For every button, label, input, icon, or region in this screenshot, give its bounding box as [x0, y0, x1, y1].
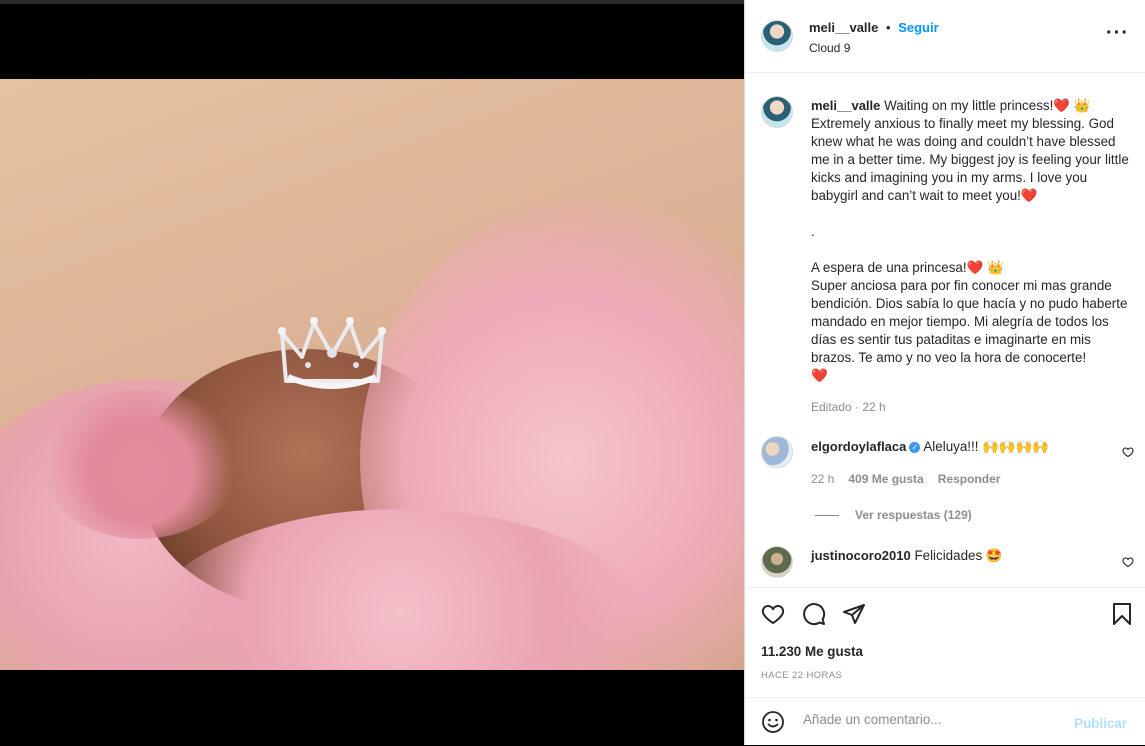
verified-badge-icon: ✓ — [909, 441, 921, 453]
comment-icon[interactable] — [802, 602, 826, 626]
author-line: meli__valle • Seguir — [809, 20, 939, 35]
comment-meta: 22 h 409 Me gusta Responder — [811, 472, 1000, 486]
caption: meli__valle Waiting on my little princes… — [811, 97, 1136, 385]
emoji-icon[interactable] — [761, 710, 785, 734]
caption-author[interactable]: meli__valle — [811, 98, 880, 113]
photo-bow — [40, 389, 240, 539]
post-actions: 11.230 Me gusta HACE 22 HORAS — [745, 587, 1145, 698]
dot-separator: • — [886, 20, 891, 35]
view-replies[interactable]: Ver respuestas (129) — [815, 508, 972, 522]
caption-spanish: A espera de una princesa!❤️ 👑 Super anci… — [811, 260, 1128, 383]
reply-button[interactable]: Responder — [938, 472, 1001, 486]
comment-item: justinocoro2010 Felicidades 🤩 — [745, 544, 1145, 584]
comment-composer: Publicar — [745, 697, 1145, 746]
likes-count[interactable]: 11.230 Me gusta — [761, 644, 863, 659]
post-photo[interactable] — [0, 79, 744, 670]
view-replies-label: Ver respuestas (129) — [855, 508, 972, 522]
commenter-username[interactable]: justinocoro2010 — [811, 548, 911, 563]
like-icon[interactable] — [761, 602, 785, 626]
more-options-icon[interactable]: ··· — [1106, 23, 1129, 43]
commenter-avatar[interactable] — [761, 546, 793, 578]
crown-icon — [278, 317, 386, 389]
comment-likes[interactable]: 409 Me gusta — [848, 472, 923, 486]
post-time[interactable]: HACE 22 HORAS — [761, 670, 842, 681]
save-bookmark-icon[interactable] — [1111, 602, 1133, 626]
comment-like-icon[interactable] — [1122, 446, 1134, 458]
post-location[interactable]: Cloud 9 — [809, 41, 850, 55]
comment-text: Felicidades 🤩 — [914, 548, 1003, 563]
caption-english: Waiting on my little princess!❤️ 👑 Extre… — [811, 98, 1129, 203]
comments-section: meli__valle Waiting on my little princes… — [745, 80, 1145, 585]
comment-body: justinocoro2010 Felicidades 🤩 — [811, 548, 1003, 564]
comment-text: Aleluya!!! 🙌🙌🙌🙌 — [923, 439, 1049, 454]
media-top-strip — [0, 0, 744, 4]
publish-button[interactable]: Publicar — [1068, 715, 1133, 732]
commenter-username[interactable]: elgordoylaflaca — [811, 439, 906, 454]
post-side-panel: meli__valle • Seguir Cloud 9 ··· meli__v… — [744, 0, 1145, 745]
comment-like-icon[interactable] — [1122, 556, 1134, 568]
author-username[interactable]: meli__valle — [809, 20, 878, 35]
caption-meta: Editado · 22 h — [811, 400, 886, 414]
caption-separator: . — [811, 224, 815, 239]
comment-time[interactable]: 22 h — [811, 472, 834, 486]
share-icon[interactable] — [842, 602, 866, 626]
caption-author-avatar[interactable] — [761, 96, 793, 128]
replies-line — [815, 514, 839, 516]
follow-button[interactable]: Seguir — [898, 20, 938, 35]
post-media — [0, 0, 744, 745]
post-header: meli__valle • Seguir Cloud 9 ··· — [745, 0, 1145, 73]
author-avatar[interactable] — [761, 20, 793, 52]
comment-item: elgordoylaflaca ✓ Aleluya!!! 🙌🙌🙌🙌 22 h 409… — [745, 436, 1145, 526]
comment-body: elgordoylaflaca ✓ Aleluya!!! 🙌🙌🙌🙌 — [811, 439, 1049, 455]
commenter-avatar[interactable] — [761, 436, 793, 468]
comment-input[interactable] — [801, 711, 1055, 728]
